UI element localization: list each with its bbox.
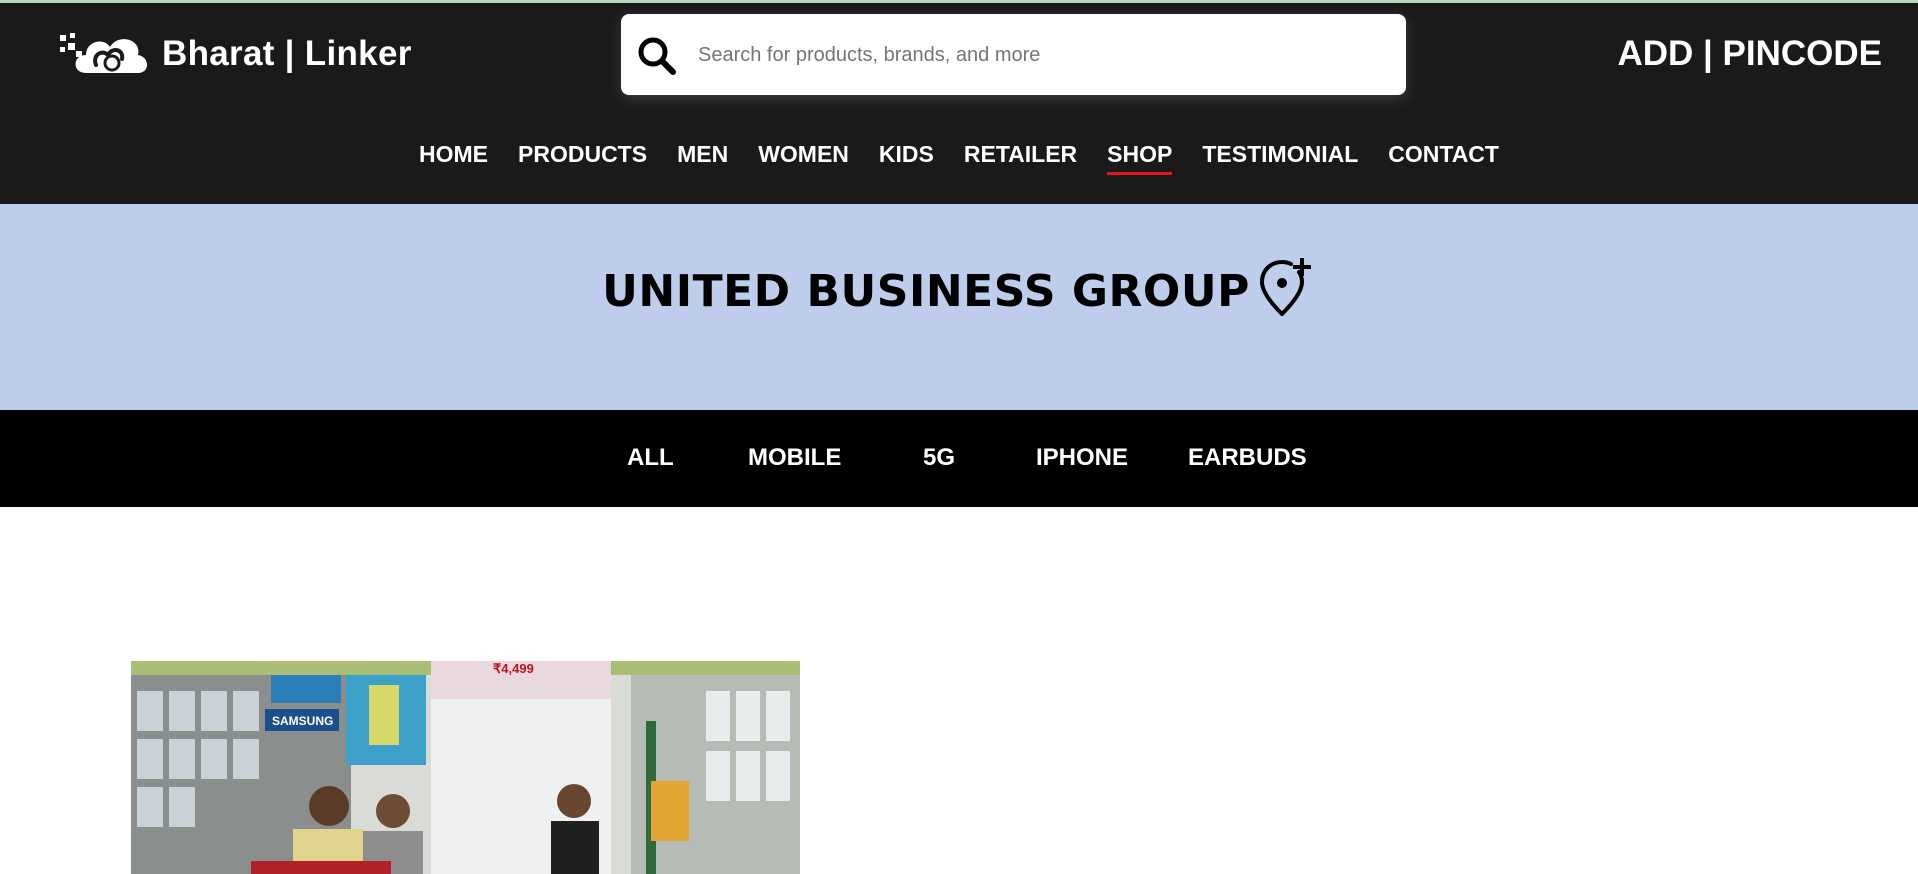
category-bar: ALL MOBILE 5G IPHONE EARBUDS (0, 410, 1918, 507)
nav-item-shop[interactable]: SHOP (1107, 141, 1173, 175)
price-sign: ₹4,499 (493, 661, 534, 676)
brand-logo[interactable]: Bharat | Linker (58, 25, 412, 83)
shop-photo: SAMSUNG ₹4,499 (131, 661, 800, 874)
nav-item-testimonial[interactable]: TESTIMONIAL (1202, 141, 1358, 175)
search-bar (621, 14, 1406, 97)
category-all[interactable]: ALL (627, 444, 674, 472)
shop-title: UNITED BUSINESS GROUP (602, 265, 1250, 317)
shop-banner: UNITED BUSINESS GROUP (0, 204, 1918, 410)
shop-interior-image: SAMSUNG ₹4,499 (131, 661, 800, 874)
nav-item-retailer[interactable]: RETAILER (964, 141, 1077, 175)
nav-item-home[interactable]: HOME (419, 141, 488, 175)
site-header: Bharat | Linker ADD | PINCODE HOME PRODU… (0, 3, 1918, 204)
search-icon[interactable] (635, 34, 679, 78)
category-earbuds[interactable]: EARBUDS (1188, 444, 1307, 472)
search-input[interactable] (696, 14, 1390, 97)
category-5g[interactable]: 5G (923, 444, 955, 472)
nav-item-products[interactable]: PRODUCTS (518, 141, 647, 175)
samsung-sign: SAMSUNG (272, 714, 333, 728)
category-iphone[interactable]: IPHONE (1036, 444, 1128, 472)
nav-item-contact[interactable]: CONTACT (1388, 141, 1499, 175)
main-nav: HOME PRODUCTS MEN WOMEN KIDS RETAILER SH… (0, 141, 1918, 175)
cloud-logo-icon (60, 33, 147, 73)
nav-item-women[interactable]: WOMEN (758, 141, 849, 175)
nav-item-kids[interactable]: KIDS (879, 141, 934, 175)
brand-name: Bharat | Linker (162, 34, 412, 73)
add-pincode-link[interactable]: ADD | PINCODE (1617, 34, 1882, 74)
add-location-icon[interactable] (1258, 256, 1316, 318)
nav-item-men[interactable]: MEN (677, 141, 728, 175)
category-mobile[interactable]: MOBILE (748, 444, 841, 472)
